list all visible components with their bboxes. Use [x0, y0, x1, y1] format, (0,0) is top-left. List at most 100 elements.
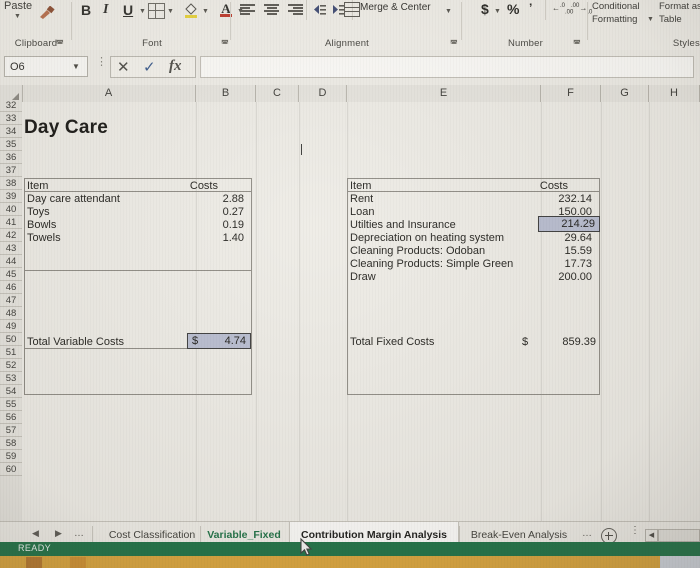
- row-header-54[interactable]: 54: [0, 385, 22, 398]
- row-header-32[interactable]: 32: [0, 99, 22, 112]
- align-left-button[interactable]: [240, 3, 255, 16]
- merge-center-button[interactable]: Merge & Center: [360, 2, 431, 13]
- row-header-58[interactable]: 58: [0, 437, 22, 450]
- row-header-55[interactable]: 55: [0, 398, 22, 411]
- taskbar-item-2[interactable]: [70, 557, 86, 568]
- formula-input[interactable]: [200, 56, 694, 78]
- fill-color-caret-icon[interactable]: ▼: [202, 8, 209, 15]
- column-header-F[interactable]: F: [541, 85, 601, 102]
- currency-caret-icon[interactable]: ▼: [494, 8, 501, 15]
- spreadsheet-grid: A B C D E F G H 32 33 34 35 36 37 38 39 40 41 42 43…: [0, 85, 700, 521]
- column-header-B[interactable]: B: [196, 85, 256, 102]
- borders-icon[interactable]: [148, 3, 165, 19]
- taskbar-right: [660, 556, 700, 568]
- row-header-51[interactable]: 51: [0, 346, 22, 359]
- row-header-57[interactable]: 57: [0, 424, 22, 437]
- fixed-cost-2-selected-cell[interactable]: 214.29: [538, 216, 600, 232]
- merge-center-caret-icon[interactable]: ▼: [445, 8, 452, 15]
- row-header-53[interactable]: 53: [0, 372, 22, 385]
- clipboard-dialog-launcher-icon[interactable]: ◚: [56, 39, 64, 48]
- fill-color-icon[interactable]: [183, 2, 199, 19]
- row-header-49[interactable]: 49: [0, 320, 22, 333]
- variable-total-cell[interactable]: $ 4.74: [187, 333, 251, 349]
- row-header-38[interactable]: 38: [0, 177, 22, 190]
- row-header-60[interactable]: 60: [0, 463, 22, 476]
- cancel-formula-icon[interactable]: ✕: [117, 58, 130, 76]
- column-header-D[interactable]: D: [299, 85, 347, 102]
- italic-button[interactable]: I: [103, 2, 108, 18]
- variable-total-label: Total Variable Costs: [27, 336, 125, 348]
- row-header-43[interactable]: 43: [0, 242, 22, 255]
- ribbon: Paste ▼ Clipboard ◚ B I U ▼ ▼ ▼ A Font ◚…: [0, 0, 700, 51]
- ribbon-group-number: $ ▼ % ’ ←.0.00 .00→.0 Number ◚: [463, 0, 592, 50]
- insert-function-icon[interactable]: fx: [169, 58, 182, 75]
- variable-total-currency: $: [192, 335, 199, 347]
- row-header-36[interactable]: 36: [0, 151, 22, 164]
- format-as-table-button-line2[interactable]: Table: [659, 14, 682, 25]
- taskbar-item-1[interactable]: [26, 557, 42, 568]
- horizontal-scrollbar[interactable]: [658, 529, 700, 542]
- status-text: READY: [18, 543, 52, 553]
- row-header-48[interactable]: 48: [0, 307, 22, 320]
- enter-formula-icon[interactable]: ✓: [143, 58, 156, 76]
- bold-button[interactable]: B: [81, 2, 91, 18]
- fixed-cost-6: 200.00: [558, 271, 592, 283]
- scroll-left-icon[interactable]: ◀: [645, 529, 658, 542]
- conditional-formatting-caret-icon[interactable]: ▼: [647, 16, 654, 23]
- row-header-47[interactable]: 47: [0, 294, 22, 307]
- row-header-52[interactable]: 52: [0, 359, 22, 372]
- align-right-button[interactable]: [288, 3, 303, 16]
- sheet-list-overflow-icon[interactable]: …: [74, 528, 84, 539]
- row-header-34[interactable]: 34: [0, 125, 22, 138]
- column-header-C[interactable]: C: [256, 85, 299, 102]
- underline-button[interactable]: U: [123, 2, 133, 18]
- row-header-39[interactable]: 39: [0, 190, 22, 203]
- row-header-40[interactable]: 40: [0, 203, 22, 216]
- font-dialog-launcher-icon[interactable]: ◚: [221, 39, 229, 48]
- percent-format-button[interactable]: %: [507, 1, 519, 17]
- ribbon-group-label-number: Number: [508, 38, 543, 49]
- paste-dropdown-caret-icon[interactable]: ▼: [14, 13, 21, 20]
- row-header-42[interactable]: 42: [0, 229, 22, 242]
- conditional-formatting-button-line2[interactable]: Formatting: [592, 14, 637, 25]
- comma-format-button[interactable]: ’: [529, 1, 532, 15]
- text-caret: [301, 144, 302, 155]
- underline-caret-icon[interactable]: ▼: [139, 8, 146, 15]
- row-header-41[interactable]: 41: [0, 216, 22, 229]
- number-dialog-launcher-icon[interactable]: ◚: [573, 39, 581, 48]
- row-header-45[interactable]: 45: [0, 268, 22, 281]
- row-header-56[interactable]: 56: [0, 411, 22, 424]
- row-header-37[interactable]: 37: [0, 164, 22, 177]
- page-title: Day Care: [24, 117, 108, 138]
- conditional-formatting-button-line1[interactable]: Conditional: [592, 1, 640, 12]
- currency-format-button[interactable]: $: [481, 1, 489, 17]
- tab-split-handle[interactable]: ⋮: [630, 526, 640, 536]
- fixed-item-6: Draw: [350, 271, 376, 283]
- column-header-A[interactable]: A: [22, 85, 196, 102]
- alignment-dialog-launcher-icon[interactable]: ◚: [450, 39, 458, 48]
- previous-sheet-icon[interactable]: ◀: [32, 528, 39, 539]
- fixed-item-1: Loan: [350, 206, 375, 218]
- column-header-E[interactable]: E: [347, 85, 541, 102]
- merge-center-icon[interactable]: [344, 2, 360, 17]
- align-center-button[interactable]: [264, 3, 279, 16]
- row-header-44[interactable]: 44: [0, 255, 22, 268]
- format-painter-icon[interactable]: [38, 5, 56, 20]
- row-header-59[interactable]: 59: [0, 450, 22, 463]
- column-header-G[interactable]: G: [601, 85, 649, 102]
- row-header-50[interactable]: 50: [0, 333, 22, 346]
- name-box-caret-icon[interactable]: ▼: [72, 62, 80, 71]
- tabs-overflow-icon[interactable]: …: [582, 528, 592, 539]
- next-sheet-icon[interactable]: ▶: [55, 528, 62, 539]
- row-header-35[interactable]: 35: [0, 138, 22, 151]
- paste-button[interactable]: Paste: [4, 0, 32, 12]
- row-header-33[interactable]: 33: [0, 112, 22, 125]
- row-header-46[interactable]: 46: [0, 281, 22, 294]
- decrease-indent-button[interactable]: [312, 3, 327, 16]
- format-as-table-button-line1[interactable]: Format as: [659, 1, 700, 12]
- variable-costs-items-rule: [24, 270, 252, 271]
- sheet-canvas[interactable]: Day Care Item Costs Day care attendant 2…: [22, 102, 700, 521]
- borders-caret-icon[interactable]: ▼: [167, 8, 174, 15]
- fixed-total-value: 859.39: [562, 336, 596, 348]
- column-header-H[interactable]: H: [649, 85, 700, 102]
